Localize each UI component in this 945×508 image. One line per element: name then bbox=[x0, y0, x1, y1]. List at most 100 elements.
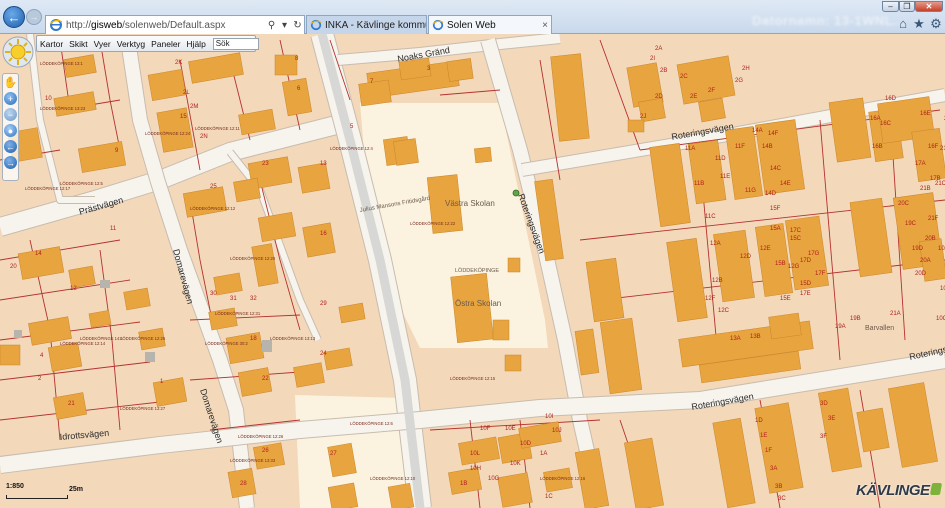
building bbox=[147, 68, 187, 102]
globe-icon[interactable]: ● bbox=[4, 124, 17, 137]
house-number: 1B bbox=[460, 481, 467, 487]
house-number: 10C bbox=[936, 316, 945, 322]
building bbox=[393, 138, 419, 166]
building bbox=[281, 77, 313, 117]
restore-button[interactable]: ❐ bbox=[899, 1, 915, 12]
building bbox=[88, 310, 112, 328]
house-number: 20C bbox=[898, 201, 910, 207]
house-number: 10 bbox=[45, 96, 52, 102]
search-icon[interactable]: ⚲ bbox=[265, 20, 278, 31]
dropdown-icon[interactable]: ▾ bbox=[278, 20, 291, 31]
building bbox=[323, 347, 353, 371]
map-canvas[interactable]: Noaks Gränd Prästvägen Domarevägen Domarevä… bbox=[0, 34, 945, 508]
address-bar[interactable]: http://gisweb/solenweb/Default.aspx ⚲ ▾ … bbox=[45, 15, 305, 34]
menu-vyer[interactable]: Vyer bbox=[91, 39, 114, 49]
building bbox=[849, 197, 893, 278]
house-number: 19C bbox=[905, 221, 917, 227]
pan-hand-icon[interactable]: ✋ bbox=[4, 76, 18, 89]
menu-kartor[interactable]: Kartor bbox=[37, 39, 66, 49]
close-tab-icon[interactable]: × bbox=[539, 20, 551, 31]
zoom-out-icon[interactable]: − bbox=[4, 108, 17, 121]
outbuilding bbox=[14, 330, 22, 338]
ie-logo-icon bbox=[49, 19, 63, 31]
house-number: 10D bbox=[520, 441, 532, 447]
house-number: 11A bbox=[685, 146, 695, 152]
refresh-icon[interactable]: ↻ bbox=[291, 20, 304, 31]
building bbox=[599, 317, 643, 395]
house-number: 13B bbox=[750, 334, 761, 340]
building bbox=[676, 55, 736, 105]
parcel-label: LÖDDEKÖPINGE 12:14 bbox=[60, 341, 106, 346]
address-url[interactable]: http://gisweb/solenweb/Default.aspx bbox=[66, 20, 265, 31]
building bbox=[585, 257, 625, 323]
zoom-in-icon[interactable]: + bbox=[4, 92, 17, 105]
building bbox=[624, 437, 664, 508]
tab-solen-web[interactable]: Solen Web × bbox=[428, 15, 552, 34]
parcel-label: LÖDDEKÖPINGE 30:2 bbox=[205, 341, 248, 346]
building bbox=[123, 287, 151, 311]
forward-arrow-icon[interactable]: → bbox=[26, 9, 42, 25]
gear-icon[interactable]: ⚙ bbox=[929, 17, 943, 31]
parcel-label: LÖDDEKÖPINGE 13:27 bbox=[120, 406, 166, 411]
house-number: 3E bbox=[828, 416, 835, 422]
house-number: 17G bbox=[808, 251, 820, 257]
house-number: 14D bbox=[765, 191, 777, 197]
url-path: /solenweb/Default.aspx bbox=[122, 19, 226, 31]
house-number: 21A bbox=[890, 311, 901, 317]
outbuilding bbox=[100, 280, 110, 288]
home-icon[interactable]: ⌂ bbox=[896, 17, 910, 31]
parcel-label: LÖDDEKÖPINGE 12:15 bbox=[450, 376, 496, 381]
parcel-boundary bbox=[0, 279, 131, 301]
sun-logo-icon[interactable] bbox=[2, 36, 34, 68]
close-window-button[interactable]: ✕ bbox=[915, 1, 943, 12]
menu-verktyg[interactable]: Verktyg bbox=[114, 39, 148, 49]
map-drawing[interactable]: Noaks GrändPrästvägenDomarevägenDomarevä… bbox=[0, 34, 945, 508]
parcel-label: LÖDDEKÖPINGE 12:6 bbox=[350, 421, 393, 426]
menu-skikt[interactable]: Skikt bbox=[66, 39, 90, 49]
house-number: 10G bbox=[488, 476, 500, 482]
tab-label: INKA - Kävlinge kommun - INK... bbox=[325, 19, 426, 31]
house-number: 28 bbox=[240, 481, 247, 487]
parcel-label: LÖDDEKÖPINGE 13:23 bbox=[40, 106, 86, 111]
building bbox=[68, 265, 96, 289]
building bbox=[550, 53, 590, 142]
previous-extent-icon[interactable]: ← bbox=[4, 140, 17, 153]
house-number: 16B bbox=[872, 144, 883, 150]
place-label-5: Barvallen bbox=[865, 325, 894, 332]
back-arrow-icon[interactable]: ← bbox=[3, 6, 25, 28]
minimize-button[interactable]: – bbox=[882, 1, 899, 12]
building bbox=[698, 97, 726, 123]
house-number: 13 bbox=[320, 161, 327, 167]
house-number: 16F bbox=[928, 144, 939, 150]
house-number: 16E bbox=[920, 111, 931, 117]
house-number: 12E bbox=[760, 246, 771, 252]
building bbox=[188, 52, 244, 84]
favorites-star-icon[interactable]: ★ bbox=[912, 17, 926, 31]
menu-paneler[interactable]: Paneler bbox=[148, 39, 183, 49]
scale-distance: 25m bbox=[69, 486, 84, 493]
house-number: 3A bbox=[770, 466, 777, 472]
house-number: 2C bbox=[680, 74, 688, 80]
scale-ratio: 1:850 bbox=[6, 483, 24, 490]
next-extent-icon[interactable]: → bbox=[4, 156, 17, 169]
tab-inka[interactable]: INKA - Kävlinge kommun - INK... bbox=[306, 15, 427, 34]
house-number: 15C bbox=[790, 236, 802, 242]
parcel-label: LÖDDEKÖPINGE 12:31 bbox=[215, 311, 261, 316]
house-number: 12C bbox=[718, 308, 730, 314]
municipality-logo: KÄVLINGE bbox=[856, 482, 942, 499]
building bbox=[450, 273, 494, 343]
building bbox=[627, 119, 645, 133]
map-tools: ✋ + − ● ← → bbox=[2, 73, 19, 181]
building bbox=[293, 362, 325, 388]
parcel-label: LÖDDEKÖPINGE 12:26 bbox=[238, 434, 284, 439]
house-number: 15D bbox=[800, 281, 812, 287]
building bbox=[474, 146, 492, 164]
menu-hjalp[interactable]: Hjälp bbox=[183, 39, 208, 49]
house-number: 12A bbox=[710, 241, 721, 247]
house-number: 21C bbox=[935, 181, 945, 187]
house-number: 2B bbox=[660, 68, 667, 74]
house-number: 14F bbox=[768, 131, 779, 137]
parcel-label: LÖDDEKÖPINGE 13:33 bbox=[230, 458, 276, 463]
house-number: 3B bbox=[775, 484, 782, 490]
search-input[interactable] bbox=[212, 37, 259, 50]
